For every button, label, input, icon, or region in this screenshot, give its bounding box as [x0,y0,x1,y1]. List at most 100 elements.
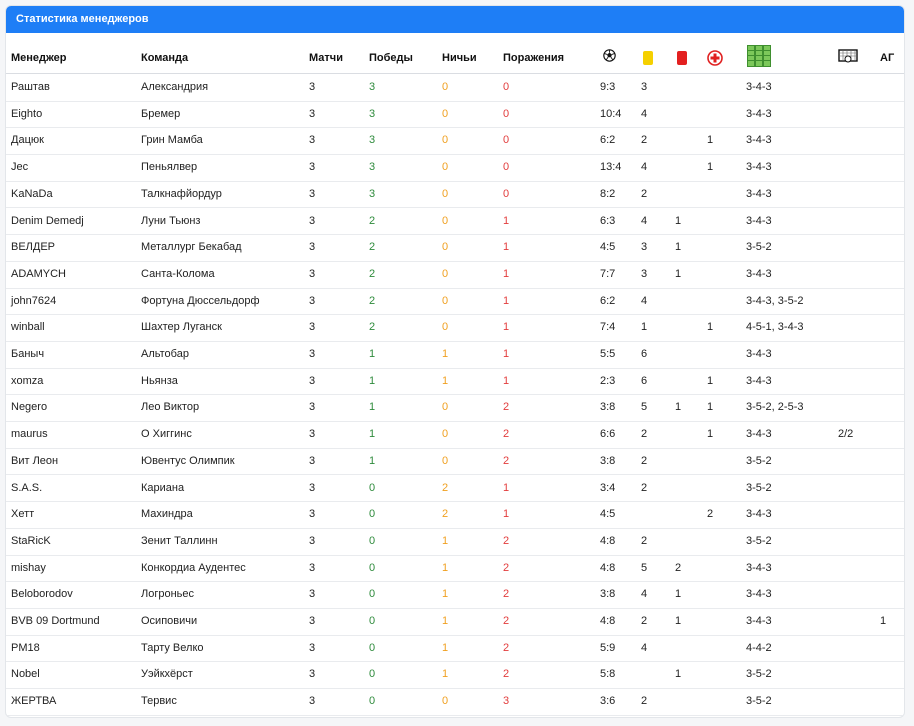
table-row[interactable]: ВЕЛДЕР Металлург Бекабад 3 2 0 1 4:5 3 1 3-5-2 [6,234,904,262]
wins-cell: 0 [369,481,376,494]
team-cell[interactable]: Уэйкхёрст [141,661,193,687]
table-row[interactable]: ЖЕРТВА Тервис 3 0 0 3 3:6 2 3-5-2 [6,688,904,716]
team-cell[interactable]: Тервис [141,688,177,714]
manager-cell[interactable]: Jec [11,154,28,180]
team-cell[interactable]: Бремер [141,101,180,127]
header-team[interactable]: Команда [141,43,188,73]
table-row[interactable]: BVB 09 Dortmund Осиповичи 3 0 1 2 4:8 2 1 3-4-3 1 [6,608,904,636]
injuries-cell: 1 [707,401,714,414]
header-losses[interactable]: Поражения [503,43,564,73]
manager-cell[interactable]: BVB 09 Dortmund [11,608,100,634]
table-row[interactable]: StaRicK Зенит Таллинн 3 0 1 2 4:8 2 3-5-2 [6,528,904,556]
table-row[interactable]: Баныч Альтобар 3 1 1 1 5:5 6 3-4-3 [6,341,904,369]
red-card-icon[interactable] [677,51,687,65]
manager-cell[interactable]: john7624 [11,288,56,314]
manager-cell[interactable]: Eighto [11,101,42,127]
manager-cell[interactable]: Nobel [11,661,40,687]
draws-cell: 0 [442,401,449,414]
manager-cell[interactable]: mishay [11,555,46,581]
table-row[interactable]: Jec Пеньялвер 3 3 0 0 13:4 4 1 3-4-3 [6,154,904,182]
team-cell[interactable]: Талкнафйордур [141,181,222,207]
team-cell[interactable]: Металлург Бекабад [141,234,242,260]
table-row[interactable]: Denim Demedj Луни Тьюнз 3 2 0 1 6:3 4 1 3-4-3 [6,208,904,236]
table-row[interactable]: john7624 Фортуна Дюссельдорф 3 2 0 1 6:2 4 3-4-3… [6,288,904,316]
ball-icon[interactable] [603,49,616,62]
manager-cell[interactable]: StaRicK [11,528,51,554]
manager-cell[interactable]: winball [11,314,45,340]
team-cell[interactable]: Махиндра [141,501,193,527]
header-manager[interactable]: Менеджер [11,43,67,73]
draws-cell: 2 [442,508,449,521]
table-row[interactable]: Beloborodov Логроньес 3 0 1 2 3:8 4 1 3-4-3 [6,581,904,609]
header-matches[interactable]: Матчи [309,43,343,73]
formation-icon[interactable] [747,45,771,67]
header-ag[interactable]: АГ [880,43,894,73]
manager-cell[interactable]: ЖЕРТВА [11,688,56,714]
matches-cell: 3 [309,134,316,147]
table-row[interactable]: Раштав Александрия 3 3 0 0 9:3 3 3-4-3 [6,74,904,102]
manager-cell[interactable]: ВЕЛДЕР [11,234,55,260]
matches-cell: 3 [309,508,316,521]
table-row[interactable]: xomza Ньянза 3 1 1 1 2:3 6 1 3-4-3 [6,368,904,396]
table-row[interactable]: S.A.S. Кариана 3 0 2 1 3:4 2 3-5-2 [6,475,904,503]
table-row[interactable]: mishay Конкордиа Аудентес 3 0 1 2 4:8 5 2 3-4-3 [6,555,904,583]
team-cell[interactable]: Ювентус Олимпик [141,448,235,474]
manager-cell[interactable]: ADAMYCH [11,261,66,287]
table-row[interactable]: Nobel Уэйкхёрст 3 0 1 2 5:8 1 3-5-2 [6,661,904,690]
losses-cell: 2 [503,615,510,627]
formation-cell: 3-5-2 [746,695,772,708]
team-cell[interactable]: Лео Виктор [141,394,199,420]
team-cell[interactable]: О Хиггинс [141,421,192,447]
team-cell[interactable]: Альтобар [141,341,189,367]
team-cell[interactable]: Конкордиа Аудентес [141,555,246,581]
table-row[interactable]: maurus О Хиггинс 3 1 0 2 6:6 2 1 3-4-3 2/2 [6,421,904,449]
manager-cell[interactable]: Баныч [11,341,44,367]
header-draws[interactable]: Ничьи [442,43,477,73]
team-cell[interactable]: Зенит Таллинн [141,528,218,554]
team-cell[interactable]: Санта-Колома [141,261,215,287]
manager-cell[interactable]: Дацюк [11,127,44,153]
team-cell[interactable]: Тарту Велко [141,635,204,661]
yellow-cards-cell: 4 [641,294,648,307]
table-row[interactable]: Negero Лео Виктор 3 1 0 2 3:8 5 1 1 3-5-2, 2-5-3 [6,394,904,423]
manager-cell[interactable]: Вит Леон [11,448,58,474]
table-row[interactable]: PM18 Тарту Велко 3 0 1 2 5:9 4 4-4-2 [6,635,904,663]
manager-cell[interactable]: PM18 [11,635,40,661]
team-cell[interactable]: Ньянза [141,368,178,394]
goalkeeper-icon[interactable] [838,49,858,63]
injury-icon[interactable] [707,50,723,66]
manager-cell[interactable]: maurus [11,421,48,447]
team-cell[interactable]: Луни Тьюнз [141,208,200,234]
manager-cell[interactable]: Раштав [11,74,50,100]
manager-cell[interactable]: S.A.S. [11,475,42,501]
matches-cell: 3 [309,588,316,601]
manager-cell[interactable]: KaNaDa [11,181,53,207]
table-row[interactable]: Вит Леон Ювентус Олимпик 3 1 0 2 3:8 2 3-5-2 [6,448,904,476]
manager-cell[interactable]: Negero [11,394,47,420]
manager-cell[interactable]: Хетт [11,501,34,527]
formation-cell: 3-4-3 [746,161,772,174]
table-row[interactable]: Eighto Бремер 3 3 0 0 10:4 4 3-4-3 [6,101,904,129]
team-cell[interactable]: Шахтер Луганск [141,314,222,340]
team-cell[interactable]: Фортуна Дюссельдорф [141,288,260,314]
team-cell[interactable]: Пеньялвер [141,154,197,180]
team-cell[interactable]: Грин Мамба [141,127,203,153]
losses-cell: 1 [503,321,510,334]
manager-cell[interactable]: xomza [11,368,43,394]
header-wins[interactable]: Победы [369,43,413,73]
table-row[interactable]: Хетт Махиндра 3 0 2 1 4:5 2 3-4-3 [6,501,904,529]
score-cell: 4:5 [600,508,616,521]
table-row[interactable]: ADAMYCH Санта-Колома 3 2 0 1 7:7 3 1 3-4-3 [6,261,904,289]
losses-cell: 1 [503,481,510,494]
table-row[interactable]: winball Шахтер Луганск 3 2 0 1 7:4 1 1 4-5-1, 3-4… [6,314,904,342]
yellow-card-icon[interactable] [643,51,653,65]
table-row[interactable]: Дацюк Грин Мамба 3 3 0 0 6:2 2 1 3-4-3 [6,127,904,156]
team-cell[interactable]: Кариана [141,475,184,501]
manager-cell[interactable]: Denim Demedj [11,208,84,234]
team-cell[interactable]: Осиповичи [141,608,197,634]
losses-cell: 1 [503,374,510,387]
manager-cell[interactable]: Beloborodov [11,581,73,607]
team-cell[interactable]: Логроньес [141,581,194,607]
table-row[interactable]: KaNaDa Талкнафйордур 3 3 0 0 8:2 2 3-4-3 [6,181,904,209]
team-cell[interactable]: Александрия [141,74,208,100]
